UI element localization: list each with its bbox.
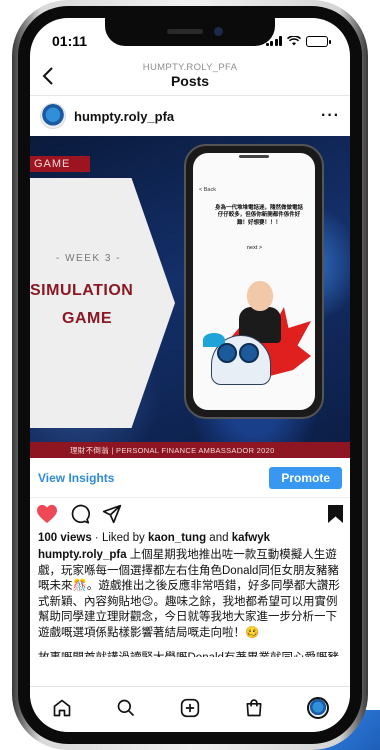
inner-back-label: < Back <box>199 187 216 193</box>
shop-icon[interactable] <box>238 692 270 724</box>
post-image[interactable]: GAME - WEEK 3 - SIMULATION GAME < Back 身… <box>30 136 350 458</box>
inner-dialogue-text: 身為一代堆堆電話迷，隨然做做電話仔仔較多，但係你新開都件係件好難！好想要！！！ <box>214 205 303 226</box>
add-icon[interactable] <box>174 692 206 724</box>
liker-name[interactable]: kafwyk <box>232 532 270 544</box>
home-icon[interactable] <box>46 692 78 724</box>
footer-band-text: 理財不倒翁 | PERSONAL FINANCE AMBASSADOR 2020 <box>70 446 275 455</box>
more-icon[interactable]: ··· <box>321 107 340 125</box>
image-title-line1: SIMULATION <box>30 282 134 299</box>
promote-button[interactable]: Promote <box>269 466 342 489</box>
avatar[interactable] <box>40 103 66 129</box>
system-icons <box>265 35 331 47</box>
game-tag: GAME <box>30 156 90 172</box>
battery-icon <box>306 35 331 47</box>
speaker <box>167 29 203 34</box>
page-header: HUMPTY.ROLY_PFA Posts <box>30 58 350 96</box>
phone-bezel: 01:11 HUMPTY.ROLY_PFA Posts humpty.roly_… <box>18 6 362 744</box>
binocular-right <box>239 343 259 363</box>
liked-by-prefix: · Liked by <box>91 532 148 544</box>
wifi-icon <box>287 36 301 46</box>
inner-next-label: next > <box>247 245 263 251</box>
figure-head <box>247 281 273 311</box>
heart-icon[interactable] <box>36 504 58 524</box>
and-text: and <box>206 532 232 544</box>
binocular-left <box>217 343 237 363</box>
back-chevron-icon[interactable] <box>42 64 54 92</box>
search-icon[interactable] <box>110 692 142 724</box>
notch <box>105 18 275 46</box>
header-username: HUMPTY.ROLY_PFA <box>142 62 238 73</box>
post-caption: humpty.roly_pfa 上個星期我地推出咗一款互動模擬人生遊戲，玩家喺每… <box>30 546 350 641</box>
phone-screen: 01:11 HUMPTY.ROLY_PFA Posts humpty.roly_… <box>30 18 350 732</box>
image-title-line2: GAME <box>62 310 112 327</box>
likes-summary: 100 views · Liked by kaon_tung and kafwy… <box>30 530 350 546</box>
camera <box>214 27 223 36</box>
comment-icon[interactable] <box>70 504 90 524</box>
insights-row: View Insights Promote <box>30 458 350 498</box>
caption-next-line: 故事嘅開首就講過讀緊大學嘅Donald有著畢業就同心愛嘅豬 <box>30 641 350 657</box>
bookmark-icon[interactable] <box>327 504 344 524</box>
caption-text: 上個星期我地推出咗一款互動模擬人生遊戲，玩家喺每一個選擇都左右住角色Donald… <box>38 549 340 639</box>
bottom-tab-bar <box>30 686 350 732</box>
post-actions <box>30 498 350 530</box>
inner-phone-illustration: < Back 身為一代堆堆電話迷，隨然做做電話仔仔較多，但係你新開都件係件好難！… <box>184 144 324 419</box>
share-icon[interactable] <box>102 504 122 524</box>
phone-frame: 01:11 HUMPTY.ROLY_PFA Posts humpty.roly_… <box>12 0 368 750</box>
caption-username[interactable]: humpty.roly_pfa <box>38 549 127 561</box>
views-count[interactable]: 100 views <box>38 532 92 544</box>
status-time: 01:11 <box>52 33 88 49</box>
week-label: - WEEK 3 - <box>56 253 122 264</box>
inner-phone-screen: < Back 身為一代堆堆電話迷，隨然做做電話仔仔較多，但係你新開都件係件好難！… <box>193 153 315 410</box>
inner-speaker <box>239 155 269 158</box>
title-hexagon <box>30 178 175 428</box>
post-header: humpty.roly_pfa ··· <box>30 96 350 136</box>
profile-tab[interactable] <box>302 692 334 724</box>
illustration-figure <box>203 263 313 403</box>
view-insights-link[interactable]: View Insights <box>38 471 114 485</box>
post-username[interactable]: humpty.roly_pfa <box>74 109 313 124</box>
page-title: Posts <box>170 73 210 89</box>
avatar <box>307 696 329 719</box>
liker-name[interactable]: kaon_tung <box>148 532 206 544</box>
